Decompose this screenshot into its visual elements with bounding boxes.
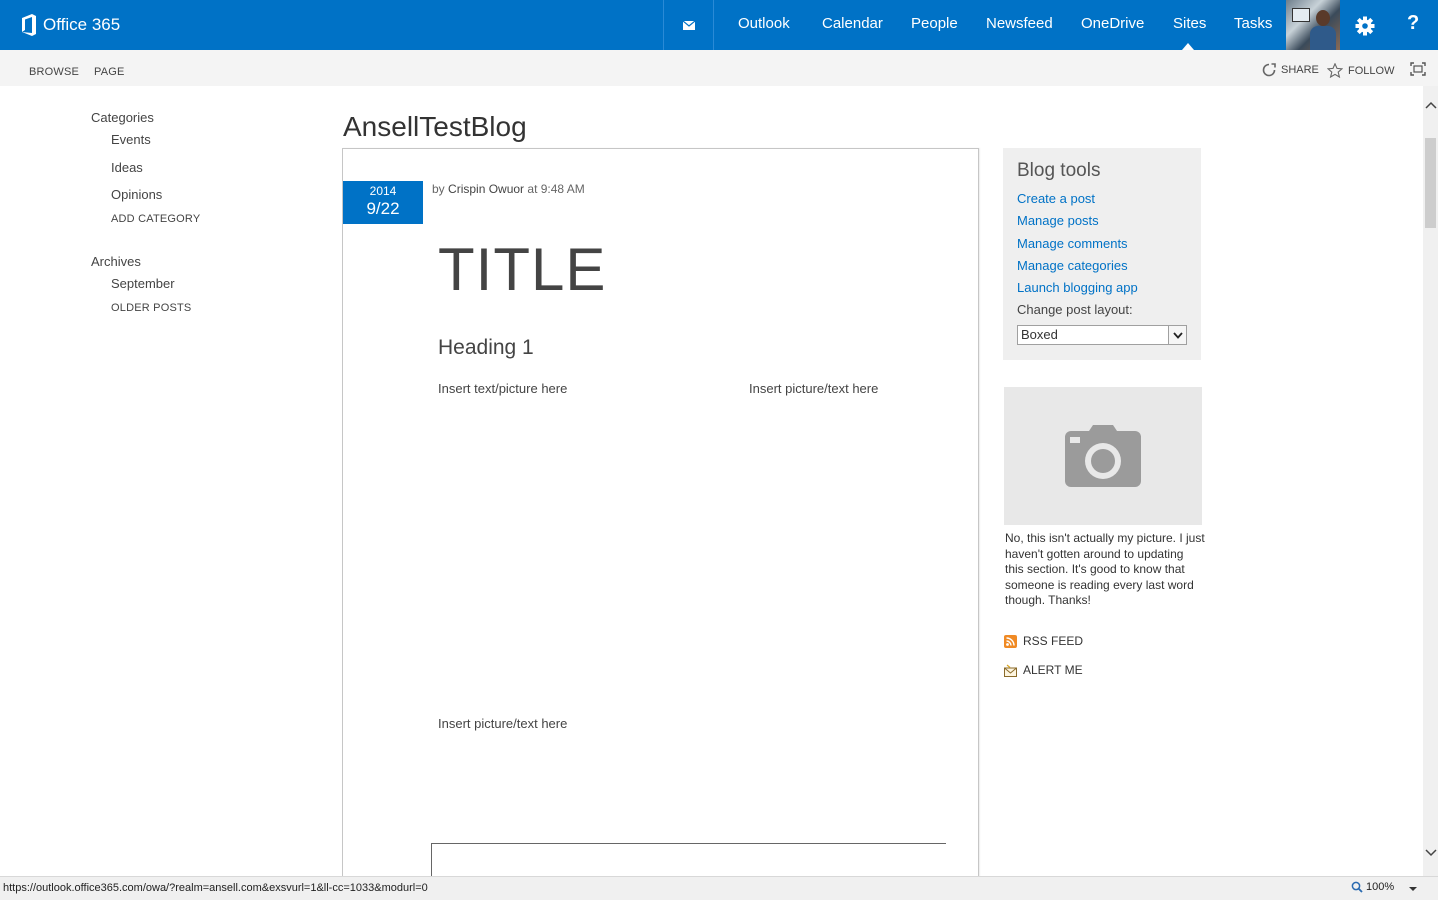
avatar-photo-detail [1310, 26, 1336, 50]
chevron-down-icon[interactable] [1409, 887, 1417, 891]
avatar-photo-detail [1316, 10, 1330, 26]
rss-icon [1004, 634, 1017, 648]
post-title: TITLE [438, 236, 607, 303]
manage-posts-link[interactable]: Manage posts [1017, 213, 1099, 228]
camera-icon [1065, 425, 1141, 487]
alert-me-label: ALERT ME [1023, 663, 1083, 677]
avatar-photo-detail [1292, 8, 1310, 22]
share-button[interactable]: SHARE [1262, 63, 1319, 77]
post-time: at 9:48 AM [527, 182, 585, 196]
tab-page[interactable]: PAGE [94, 66, 125, 78]
blog-tools-title: Blog tools [1017, 160, 1101, 181]
zoom-level: 100% [1366, 881, 1395, 893]
post-day: 9/22 [366, 199, 400, 218]
follow-label: FOLLOW [1348, 64, 1395, 77]
nav-onedrive[interactable]: OneDrive [1081, 15, 1144, 32]
categories-heading[interactable]: Categories [91, 110, 154, 125]
alert-me-link[interactable]: ALERT ME [1004, 663, 1083, 677]
share-icon [1262, 63, 1276, 77]
manage-comments-link[interactable]: Manage comments [1017, 236, 1128, 251]
about-text: No, this isn't actually my picture. I ju… [1005, 531, 1205, 608]
post-text-bottom: Insert picture/text here [438, 716, 568, 731]
about-photo-placeholder [1004, 387, 1202, 525]
user-avatar[interactable] [1286, 0, 1340, 50]
nav-newsfeed[interactable]: Newsfeed [986, 15, 1053, 32]
office365-brand[interactable]: Office 365 [20, 13, 120, 37]
category-opinions[interactable]: Opinions [111, 187, 162, 202]
nav-outlook[interactable]: Outlook [738, 15, 790, 32]
post-year: 2014 [369, 184, 397, 198]
post-text-left: Insert text/picture here [438, 381, 568, 396]
nav-calendar[interactable]: Calendar [822, 15, 883, 32]
post-date-badge: 2014 9/22 [343, 181, 423, 224]
gear-icon[interactable] [1354, 15, 1376, 37]
manage-categories-link[interactable]: Manage categories [1017, 258, 1128, 273]
active-nav-indicator [1182, 43, 1194, 50]
post-byline: by Crispin Owuor at 9:48 AM [432, 182, 585, 196]
zoom-icon [1351, 881, 1363, 893]
byline-by: by [432, 182, 445, 196]
browser-status-bar: https://outlook.office365.com/owa/?realm… [0, 876, 1438, 900]
office-logo-icon [22, 14, 36, 36]
nav-tasks[interactable]: Tasks [1234, 15, 1272, 32]
scroll-down-icon[interactable] [1423, 846, 1438, 860]
status-url: https://outlook.office365.com/owa/?realm… [3, 882, 428, 894]
tab-browse[interactable]: BROWSE [29, 66, 79, 78]
mail-button[interactable] [663, 0, 714, 50]
nav-sites[interactable]: Sites [1173, 15, 1206, 32]
category-events[interactable]: Events [111, 132, 151, 147]
post-author[interactable]: Crispin Owuor [448, 182, 524, 196]
post-layout-label: Change post layout: [1017, 302, 1133, 317]
brand-name: Office 365 [43, 15, 121, 34]
zoom-control[interactable]: 100% [1351, 881, 1394, 893]
ribbon-bar: BROWSE PAGE SHARE FOLLOW [0, 50, 1438, 86]
site-title[interactable]: AnsellTestBlog [343, 111, 527, 143]
chevron-down-icon[interactable] [1168, 326, 1186, 344]
category-ideas[interactable]: Ideas [111, 160, 143, 175]
post-heading: Heading 1 [438, 336, 534, 359]
envelope-icon [682, 20, 695, 30]
create-post-link[interactable]: Create a post [1017, 191, 1095, 206]
focus-on-content-icon[interactable] [1410, 62, 1426, 76]
alert-envelope-icon [1004, 664, 1017, 677]
archive-september[interactable]: September [111, 276, 175, 291]
post-text-right: Insert picture/text here [749, 381, 879, 396]
rss-feed-label: RSS FEED [1023, 634, 1084, 648]
add-category-link[interactable]: ADD CATEGORY [111, 213, 200, 225]
post-layout-select[interactable]: Boxed [1017, 325, 1187, 345]
scroll-up-icon[interactable] [1423, 98, 1438, 112]
blog-post: 2014 9/22 by Crispin Owuor at 9:48 AM TI… [342, 148, 979, 893]
older-posts-link[interactable]: OLDER POSTS [111, 302, 191, 314]
suite-bar: Office 365 Outlook Calendar People Newsf… [0, 0, 1438, 50]
archives-heading[interactable]: Archives [91, 254, 141, 269]
vertical-scrollbar[interactable] [1423, 86, 1438, 876]
scroll-thumb[interactable] [1425, 138, 1436, 228]
launch-blogging-app-link[interactable]: Launch blogging app [1017, 280, 1138, 295]
follow-button[interactable]: FOLLOW [1327, 63, 1394, 78]
rss-feed-link[interactable]: RSS FEED [1004, 634, 1083, 648]
blog-tools-panel: Blog tools Create a post Manage posts Ma… [1003, 148, 1201, 360]
nav-people[interactable]: People [911, 15, 958, 32]
post-layout-value: Boxed [1021, 327, 1058, 342]
help-button[interactable]: ? [1407, 12, 1419, 35]
share-label: SHARE [1281, 64, 1319, 76]
star-icon [1327, 63, 1343, 78]
